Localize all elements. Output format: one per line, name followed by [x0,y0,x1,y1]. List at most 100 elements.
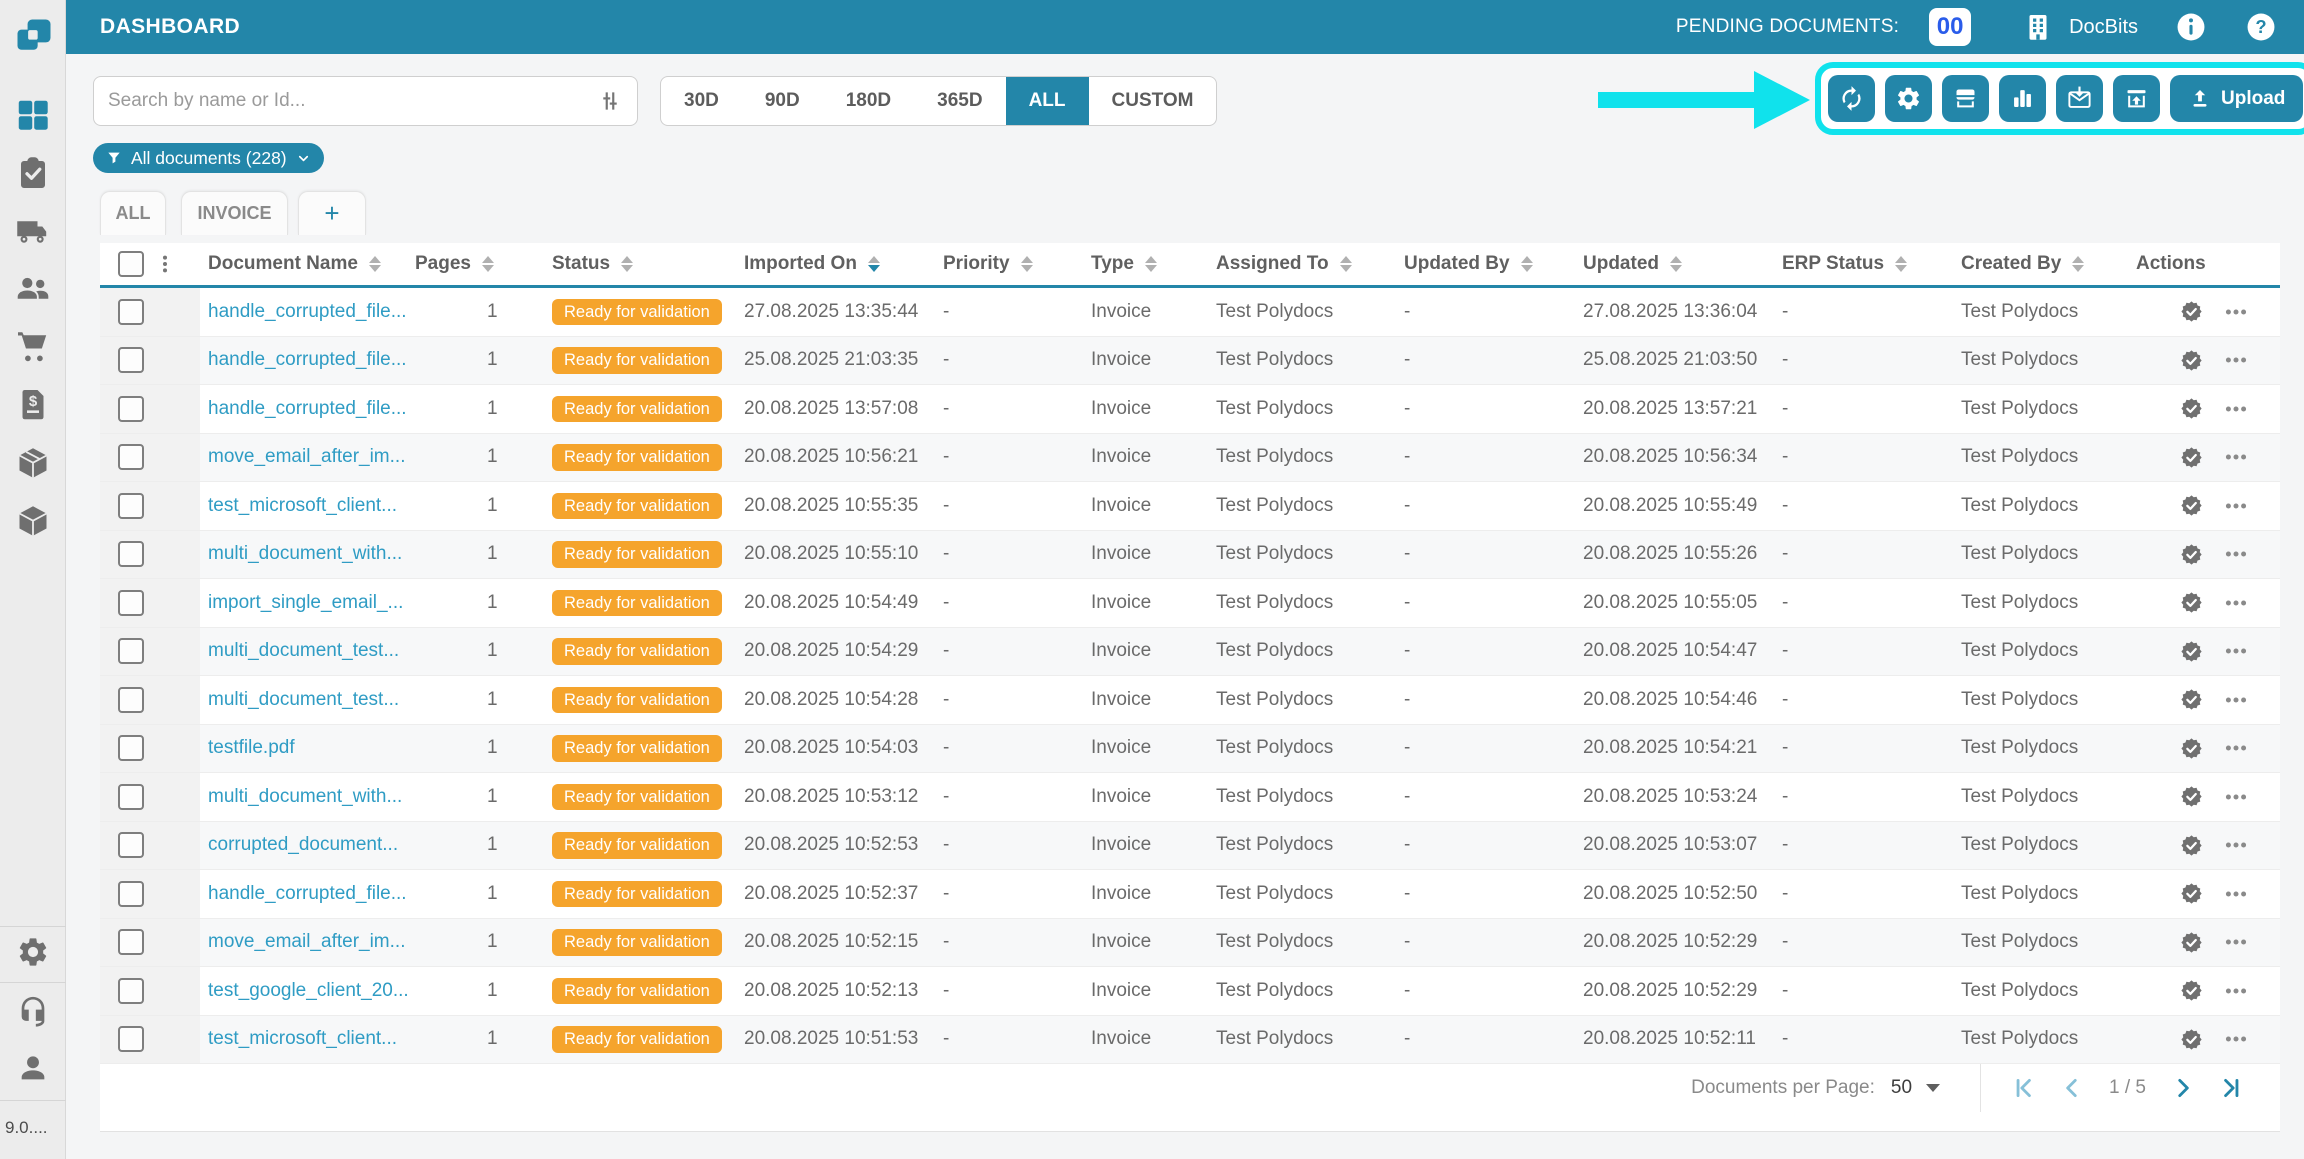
document-link[interactable]: handle_corrupted_file... [208,349,407,371]
sort-arrows-icon[interactable] [482,256,494,272]
row-menu-icon[interactable] [2223,784,2249,810]
document-link[interactable]: import_single_email_... [208,592,403,614]
sidebar-item-profile[interactable] [0,1051,66,1085]
row-checkbox[interactable] [118,347,144,373]
row-menu-icon[interactable] [2223,735,2249,761]
per-page-caret-icon[interactable] [1926,1084,1940,1092]
row-checkbox[interactable] [118,832,144,858]
row-checkbox[interactable] [118,638,144,664]
sidebar-item-shipment-orders[interactable] [0,492,66,550]
col-updated[interactable]: Updated [1575,243,1774,285]
previous-page-icon[interactable] [2059,1075,2085,1101]
row-checkbox[interactable] [118,978,144,1004]
range-all[interactable]: ALL [1006,77,1089,125]
organization-building-icon[interactable] [2021,10,2055,44]
scanner-button[interactable] [1942,75,1989,122]
sort-arrows-icon[interactable] [1145,256,1157,272]
upload-button[interactable]: Upload [2170,75,2303,122]
row-checkbox[interactable] [118,929,144,955]
sort-arrows-icon[interactable] [1021,256,1033,272]
tab-all[interactable]: ALL [100,191,166,235]
document-link[interactable]: test_microsoft_client... [208,495,397,517]
document-link[interactable]: handle_corrupted_file... [208,398,407,420]
col-updated-by[interactable]: Updated By [1396,243,1575,285]
row-menu-icon[interactable] [2223,881,2249,907]
row-menu-icon[interactable] [2223,541,2249,567]
range-30d[interactable]: 30D [661,77,742,125]
sort-arrows-icon[interactable] [1895,256,1907,272]
col-priority[interactable]: Priority [935,243,1083,285]
document-link[interactable]: multi_document_test... [208,689,399,711]
info-icon[interactable] [2174,10,2208,44]
document-link[interactable]: test_google_client_20... [208,980,407,1002]
document-link[interactable]: corrupted_document... [208,834,398,856]
document-link[interactable]: test_microsoft_client... [208,1028,397,1050]
next-page-icon[interactable] [2170,1075,2196,1101]
settings-button[interactable] [1885,75,1932,122]
col-imported-on[interactable]: Imported On [736,243,935,285]
document-link[interactable]: testfile.pdf [208,737,295,759]
sidebar-item-support[interactable] [0,994,66,1028]
row-checkbox[interactable] [118,299,144,325]
row-checkbox[interactable] [118,590,144,616]
row-checkbox[interactable] [118,396,144,422]
document-link[interactable]: multi_document_with... [208,786,402,808]
row-menu-icon[interactable] [2223,396,2249,422]
col-created-by[interactable]: Created By [1953,243,2128,285]
col-erp-status[interactable]: ERP Status [1774,243,1953,285]
analytics-button[interactable] [1999,75,2046,122]
sidebar-item-shipments[interactable] [0,202,66,260]
add-tab-button[interactable]: + [298,191,366,235]
row-menu-icon[interactable] [2223,832,2249,858]
sort-arrows-icon[interactable] [369,256,381,272]
document-link[interactable]: handle_corrupted_file... [208,883,407,905]
sidebar-item-packages[interactable] [0,434,66,492]
col-status[interactable]: Status [544,243,736,285]
row-menu-icon[interactable] [2223,1026,2249,1052]
row-menu-icon[interactable] [2223,638,2249,664]
row-checkbox[interactable] [118,881,144,907]
first-page-icon[interactable] [2011,1075,2037,1101]
document-link[interactable]: move_email_after_im... [208,931,405,953]
export-button[interactable] [2113,75,2160,122]
docbits-logo-icon[interactable] [12,14,56,58]
search-input[interactable] [108,90,597,112]
select-all-checkbox[interactable] [118,251,144,277]
sort-arrows-icon[interactable] [1670,256,1682,272]
document-link[interactable]: handle_corrupted_file... [208,301,407,323]
row-menu-icon[interactable] [2223,299,2249,325]
col-pages[interactable]: Pages [407,243,544,285]
col-type[interactable]: Type [1083,243,1208,285]
row-menu-icon[interactable] [2223,978,2249,1004]
document-link[interactable]: multi_document_test... [208,640,399,662]
email-import-button[interactable] [2056,75,2103,122]
row-checkbox[interactable] [118,784,144,810]
row-menu-icon[interactable] [2223,444,2249,470]
sidebar-item-purchase-orders[interactable] [0,318,66,376]
help-icon[interactable]: ? [2244,10,2278,44]
row-checkbox[interactable] [118,444,144,470]
sidebar-item-users[interactable] [0,260,66,318]
document-link[interactable]: move_email_after_im... [208,446,405,468]
row-checkbox[interactable] [118,1026,144,1052]
row-menu-icon[interactable] [2223,347,2249,373]
document-link[interactable]: multi_document_with... [208,543,402,565]
range-365d[interactable]: 365D [914,77,1005,125]
row-checkbox[interactable] [118,541,144,567]
sidebar-item-settings[interactable] [0,935,66,969]
sidebar-item-invoices[interactable]: $ [0,376,66,434]
row-menu-icon[interactable] [2223,929,2249,955]
row-menu-icon[interactable] [2223,590,2249,616]
col-document-name[interactable]: Document Name [200,243,407,285]
row-menu-icon[interactable] [2223,687,2249,713]
row-menu-icon[interactable] [2223,493,2249,519]
sort-arrows-icon[interactable] [1340,256,1352,272]
sidebar-item-dashboard[interactable] [0,86,66,144]
range-90d[interactable]: 90D [742,77,823,125]
sort-arrows-icon[interactable] [1521,256,1533,272]
sidebar-item-validation[interactable] [0,144,66,202]
row-checkbox[interactable] [118,493,144,519]
search-filter-tune-icon[interactable] [597,88,623,114]
col-assigned-to[interactable]: Assigned To [1208,243,1396,285]
range-custom[interactable]: CUSTOM [1089,77,1217,125]
